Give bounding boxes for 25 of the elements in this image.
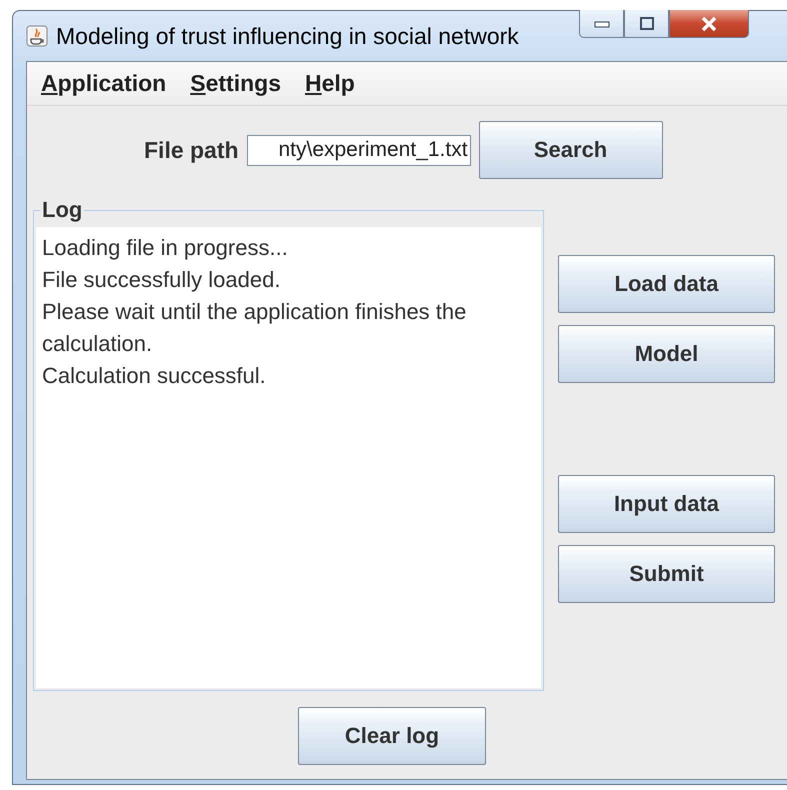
java-cup-icon (26, 25, 48, 47)
search-button[interactable]: Search (478, 121, 663, 179)
maximize-icon (638, 16, 654, 30)
file-path-field[interactable]: nty\experiment_1.txt (246, 134, 471, 166)
log-line: Loading file in progress... (42, 234, 289, 262)
group-title: Log (41, 197, 84, 223)
log-line: File successfully loaded. (42, 266, 282, 294)
close-icon (700, 16, 718, 32)
menu-item[interactable]: Help (304, 70, 355, 97)
action-button[interactable]: Load data (558, 255, 775, 313)
minimize-icon (594, 20, 610, 28)
action-button[interactable]: Model (558, 325, 775, 383)
log-text-area[interactable]: Loading file in progress... File successfully loaded. Please wait until the application finishes the calculation. Calculation successful. (36, 227, 541, 688)
action-button[interactable]: Input data (558, 475, 775, 533)
maximize-button[interactable] (624, 10, 669, 38)
window-title: Modeling of trust influencing in social network (56, 22, 519, 50)
close-button[interactable] (669, 10, 749, 38)
action-button[interactable]: Submit (558, 545, 775, 603)
menu-item[interactable]: Application (41, 70, 166, 97)
minimize-button[interactable] (579, 10, 624, 38)
menu-item[interactable]: Settings (190, 70, 281, 97)
log-line: Calculation successful. (42, 362, 267, 390)
field-label: File path (144, 136, 239, 164)
clear-log-button[interactable]: Clear log (298, 707, 486, 765)
log-line: Please wait until the application finishes the calculation. (42, 298, 468, 358)
